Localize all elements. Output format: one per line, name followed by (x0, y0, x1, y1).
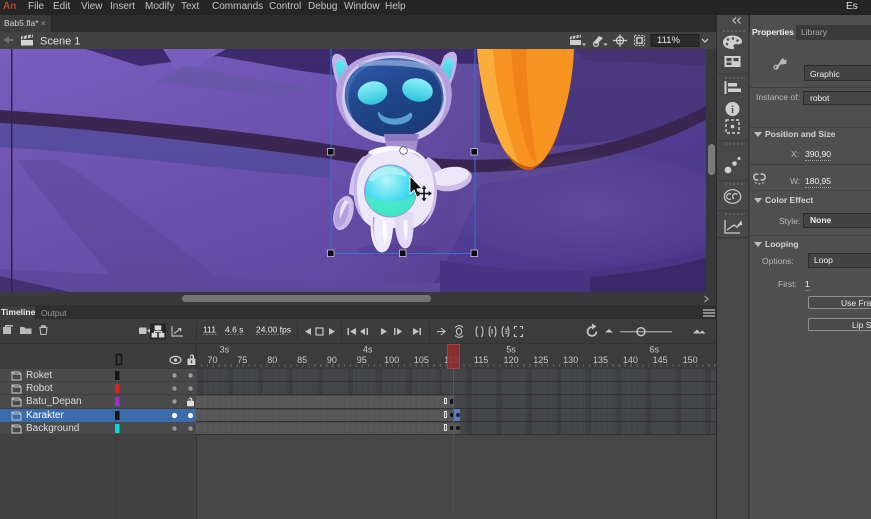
svg-text:4s: 4s (363, 345, 373, 355)
svg-text:4.6 s: 4.6 s (225, 325, 243, 335)
svg-text:6s: 6s (650, 345, 660, 355)
svg-text:5s: 5s (506, 345, 516, 355)
svg-text:Scene 1: Scene 1 (40, 36, 80, 48)
svg-text:3s: 3s (220, 345, 230, 355)
svg-text:i: i (731, 105, 734, 116)
svg-text:111: 111 (203, 325, 216, 335)
svg-text:24.00 fps: 24.00 fps (256, 325, 291, 335)
